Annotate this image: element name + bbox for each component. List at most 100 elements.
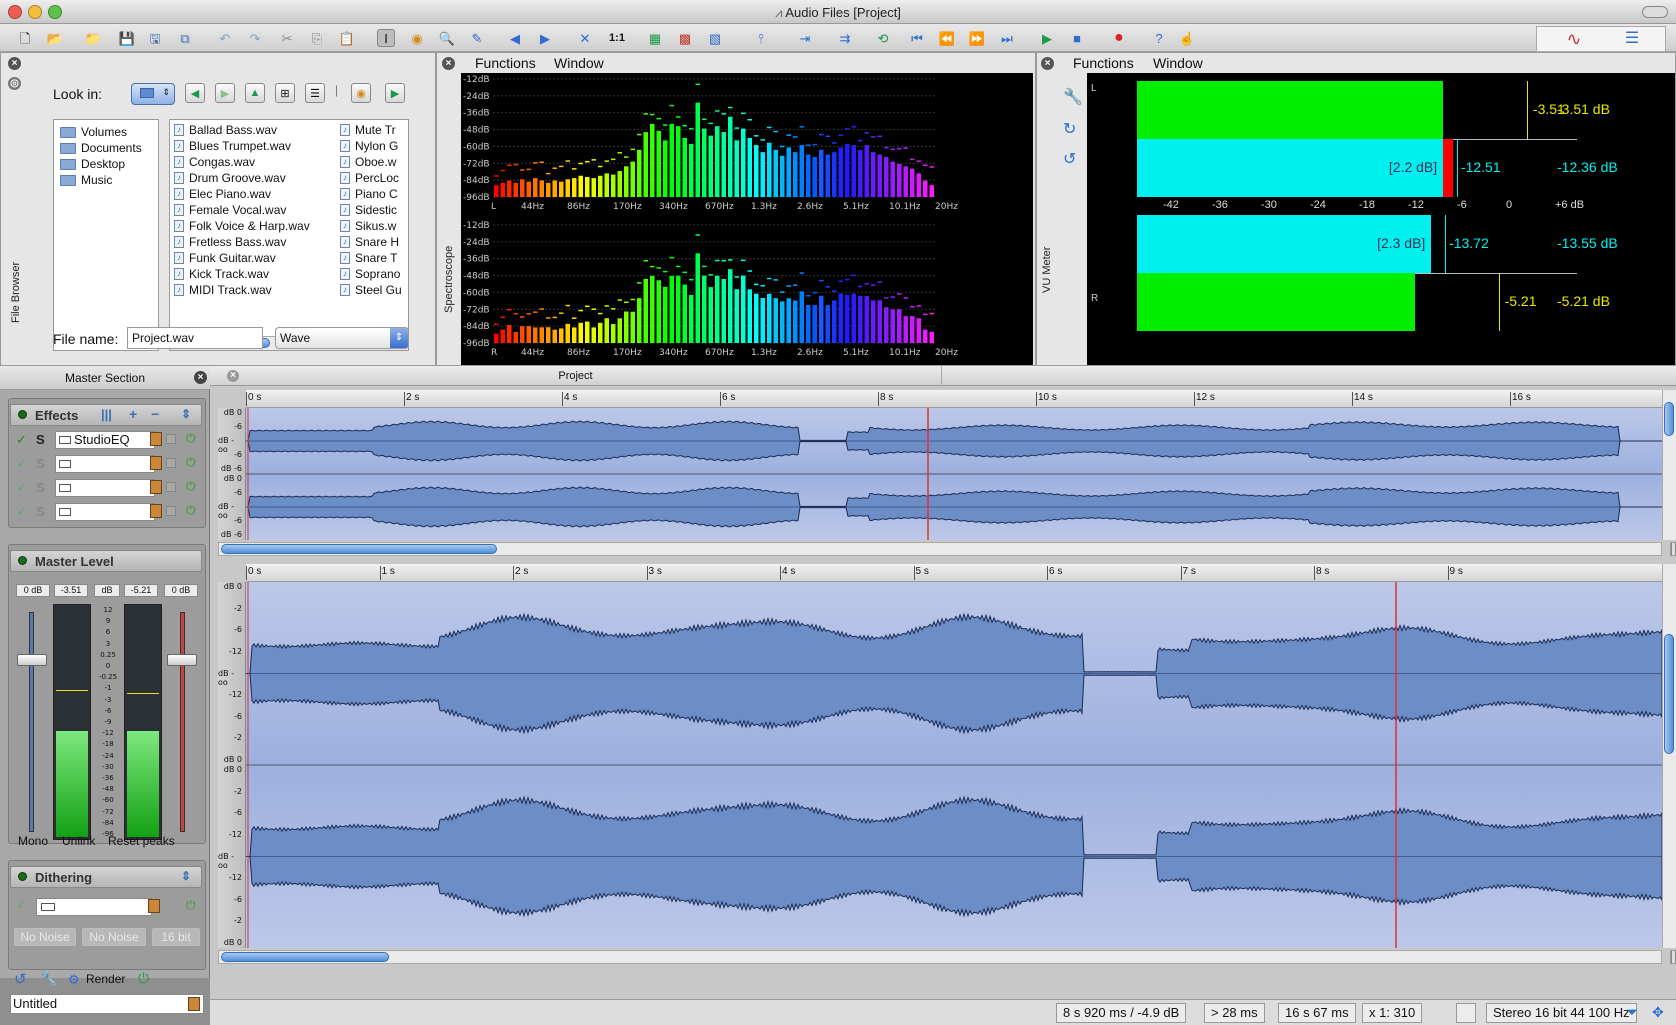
- whats-this-icon[interactable]: ☝: [1178, 29, 1196, 47]
- close-panel-icon[interactable]: ×: [8, 57, 21, 70]
- file-item[interactable]: ♪ MIDI Track.wav: [174, 282, 310, 298]
- effect-slot[interactable]: [55, 503, 155, 521]
- overview-vertical-scrollbar[interactable]: [1662, 390, 1676, 540]
- file-item[interactable]: ♪ Elec Piano.wav: [174, 186, 310, 202]
- file-item[interactable]: ♪ Sikus.w: [340, 218, 402, 234]
- effect-slot[interactable]: StudioEQ: [55, 431, 155, 449]
- sonogram-view-icon[interactable]: ▩: [676, 29, 694, 47]
- status-audio-format[interactable]: Stereo 16 bit 44 100 Hz: [1486, 1003, 1637, 1023]
- back-icon[interactable]: ◀: [506, 29, 524, 47]
- file-item[interactable]: ♪ Steel Gu: [340, 282, 402, 298]
- status-zoom[interactable]: x 1: 310: [1362, 1003, 1423, 1023]
- effect-menu-icon[interactable]: [150, 504, 162, 518]
- window-menu[interactable]: Window: [554, 55, 604, 71]
- window-menu[interactable]: Window: [1153, 55, 1203, 71]
- open-file-icon[interactable]: 📂: [46, 29, 64, 47]
- render-gear-icon[interactable]: ⚙: [68, 972, 80, 988]
- format-dropdown[interactable]: Wave ⇕: [275, 327, 409, 349]
- play-file-button[interactable]: ▶: [385, 83, 405, 103]
- effect-solo-button[interactable]: S: [36, 456, 45, 471]
- save-as-icon[interactable]: 🖫: [146, 29, 164, 47]
- paste-icon[interactable]: 📋: [338, 29, 356, 47]
- unlink-button[interactable]: Unlink: [62, 834, 95, 848]
- save-icon[interactable]: 💾: [118, 29, 136, 47]
- functions-menu[interactable]: Functions: [1073, 55, 1134, 71]
- detail-horizontal-thumb[interactable]: [221, 952, 389, 962]
- left-fader-track[interactable]: [29, 612, 34, 832]
- open-recent-icon[interactable]: 📁: [84, 29, 102, 47]
- file-item[interactable]: ♪ Snare H: [340, 234, 402, 250]
- effect-power-icon[interactable]: ⏻: [186, 455, 196, 470]
- record-icon[interactable]: ●: [1110, 29, 1128, 47]
- effect-bypass-check-icon[interactable]: ✓: [16, 456, 27, 472]
- file-item[interactable]: ♪ PercLoc: [340, 170, 402, 186]
- effect-editor-icon[interactable]: [166, 434, 176, 444]
- fast-forward-icon[interactable]: ⏩: [968, 29, 986, 47]
- noise-type-button-2[interactable]: No Noise: [82, 928, 146, 946]
- copy-icon[interactable]: ⎘: [308, 29, 326, 47]
- folder-item[interactable]: Documents: [60, 140, 152, 156]
- overview-zoom-slider[interactable]: [1670, 542, 1676, 556]
- rewind-icon[interactable]: ⏪: [938, 29, 956, 47]
- left-fader-handle[interactable]: [17, 654, 47, 666]
- montage-workspace-icon[interactable]: ☰: [1617, 30, 1647, 48]
- functions-menu[interactable]: Functions: [475, 55, 536, 71]
- close-panel-icon[interactable]: ×: [1041, 57, 1054, 70]
- list-view-button[interactable]: ☰: [305, 83, 325, 103]
- cut-icon[interactable]: ✂: [278, 29, 296, 47]
- stop-icon[interactable]: ■: [1068, 29, 1086, 47]
- filter-icon[interactable]: ⏷: [1626, 1004, 1638, 1021]
- effect-power-icon[interactable]: ⏻: [186, 503, 196, 518]
- file-item[interactable]: ♪ Female Vocal.wav: [174, 202, 310, 218]
- file-item[interactable]: ♪ Piano C: [340, 186, 402, 202]
- noise-type-button-1[interactable]: No Noise: [14, 928, 76, 946]
- text-cursor-tool-icon[interactable]: I: [377, 29, 395, 47]
- marker-icon[interactable]: ⫯: [752, 29, 770, 47]
- snap-icon[interactable]: ⇥: [796, 29, 814, 47]
- detail-vertical-scrollbar[interactable]: [1662, 564, 1676, 948]
- effect-slot[interactable]: [55, 455, 155, 473]
- pencil-tool-icon[interactable]: ✎: [468, 29, 486, 47]
- go-to-start-icon[interactable]: ⏮: [908, 29, 926, 47]
- overview-horizontal-scrollbar[interactable]: [218, 542, 1662, 556]
- file-item[interactable]: ♪ Oboe.w: [340, 154, 402, 170]
- forward-icon[interactable]: ▶: [536, 29, 554, 47]
- master-level-power-led[interactable]: [18, 556, 27, 565]
- file-item[interactable]: ♪ Blues Trumpet.wav: [174, 138, 310, 154]
- toolbar-toggle-button[interactable]: [1642, 6, 1668, 18]
- effect-slot[interactable]: [55, 479, 155, 497]
- level-readout[interactable]: 0 dB: [164, 584, 198, 597]
- status-cursor-position[interactable]: 8 s 920 ms / -4.9 dB: [1056, 1003, 1187, 1023]
- effect-bypass-check-icon[interactable]: ✓: [16, 480, 27, 496]
- spectrum-view-icon[interactable]: ▦: [646, 29, 664, 47]
- wave-view-icon[interactable]: ▧: [706, 29, 724, 47]
- overview-time-ruler[interactable]: 0 s 2 s 4 s 6 s 8 s 10 s 12 s 14 s 16 s: [246, 390, 1662, 408]
- detail-time-ruler[interactable]: 0 s 1 s 2 s 3 s 4 s 5 s 6 s 7 s 8 s 9 s: [246, 564, 1662, 582]
- overview-waveform[interactable]: [246, 408, 1662, 540]
- status-selection[interactable]: > 28 ms: [1204, 1003, 1265, 1023]
- undo-icon[interactable]: ↶: [216, 29, 234, 47]
- refresh-icon[interactable]: ⟲: [874, 29, 892, 47]
- detail-vertical-thumb[interactable]: [1664, 634, 1674, 754]
- right-fader-handle[interactable]: [167, 654, 197, 666]
- effect-solo-button[interactable]: S: [36, 480, 45, 495]
- bit-depth-button[interactable]: 16 bit: [152, 928, 200, 946]
- level-readout[interactable]: 0 dB: [16, 584, 50, 597]
- mono-button[interactable]: Mono: [18, 834, 48, 848]
- status-length[interactable]: 16 s 67 ms: [1278, 1003, 1356, 1023]
- file-item[interactable]: ♪ Funk Guitar.wav: [174, 250, 310, 266]
- overview-vertical-thumb[interactable]: [1664, 402, 1674, 436]
- level-readout[interactable]: -3.51: [54, 584, 88, 597]
- file-item[interactable]: ♪ Soprano: [340, 266, 402, 282]
- right-fader-track[interactable]: [180, 612, 185, 832]
- file-name-field[interactable]: Project.wav: [127, 327, 263, 349]
- level-readout[interactable]: -5.21: [124, 584, 158, 597]
- file-item[interactable]: ♪ Ballad Bass.wav: [174, 122, 310, 138]
- forward-nav-button[interactable]: ▶: [215, 83, 235, 103]
- effects-layout-icon[interactable]: |||: [101, 407, 112, 422]
- close-panel-icon[interactable]: ×: [194, 371, 207, 384]
- effects-power-led[interactable]: [18, 410, 27, 419]
- reset-icon[interactable]: ↻: [1063, 119, 1076, 139]
- effect-bypass-check-icon[interactable]: ✓: [16, 504, 27, 520]
- look-in-dropdown[interactable]: ⇕: [131, 83, 175, 105]
